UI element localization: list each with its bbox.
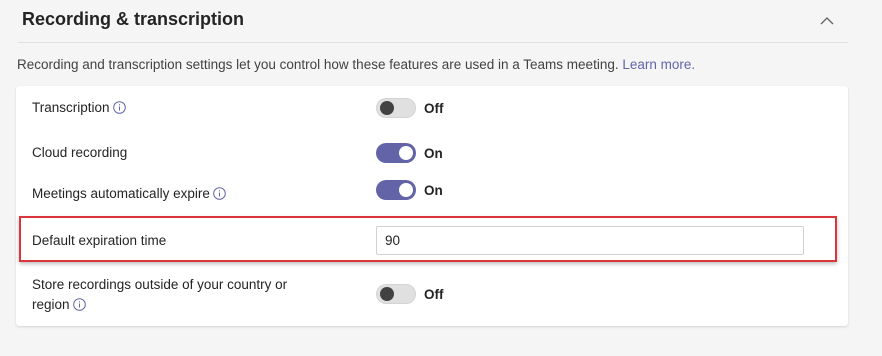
auto-expire-label: Meetings automatically expire <box>32 186 210 201</box>
description-text: Recording and transcription settings let… <box>17 57 619 72</box>
section-header: Recording & transcription <box>18 0 848 43</box>
default-expiration-label: Default expiration time <box>32 233 167 248</box>
section-description: Recording and transcription settings let… <box>17 57 695 72</box>
transcription-label-group: Transcription <box>32 98 126 118</box>
auto-expire-toggle-group: On <box>376 180 443 200</box>
transcription-toggle[interactable] <box>376 98 416 118</box>
store-outside-state: Off <box>424 286 444 302</box>
auto-expire-state: On <box>424 182 443 198</box>
store-outside-toggle-group: Off <box>376 284 444 304</box>
transcription-state: Off <box>424 100 444 116</box>
default-expiration-input[interactable] <box>376 226 804 255</box>
cloud-recording-label: Cloud recording <box>32 145 128 160</box>
store-outside-label-line2-group: region <box>32 295 287 315</box>
cloud-recording-toggle-group: On <box>376 143 443 163</box>
section-title: Recording & transcription <box>22 9 245 29</box>
chevron-up-icon[interactable] <box>816 10 838 32</box>
learn-more-link[interactable]: Learn more. <box>622 57 695 72</box>
info-icon[interactable] <box>72 297 86 311</box>
auto-expire-toggle[interactable] <box>376 180 416 200</box>
info-icon[interactable] <box>213 186 226 200</box>
store-outside-label-line2: region <box>32 297 70 312</box>
transcription-label: Transcription <box>32 100 110 115</box>
cloud-recording-state: On <box>424 145 443 161</box>
cloud-recording-toggle[interactable] <box>376 143 416 163</box>
toggle-knob <box>399 146 413 160</box>
toggle-knob <box>399 183 413 197</box>
auto-expire-label-group: Meetings automatically expire <box>32 184 226 204</box>
toggle-knob <box>380 287 394 301</box>
settings-card: Transcription Off Cloud recording On Mee… <box>16 86 848 326</box>
store-outside-label-group: Store recordings outside of your country… <box>32 275 287 315</box>
store-outside-toggle[interactable] <box>376 284 416 304</box>
info-icon[interactable] <box>112 100 126 114</box>
store-outside-label-line1: Store recordings outside of your country… <box>32 277 288 292</box>
toggle-knob <box>380 101 394 115</box>
transcription-toggle-group: Off <box>376 98 444 118</box>
